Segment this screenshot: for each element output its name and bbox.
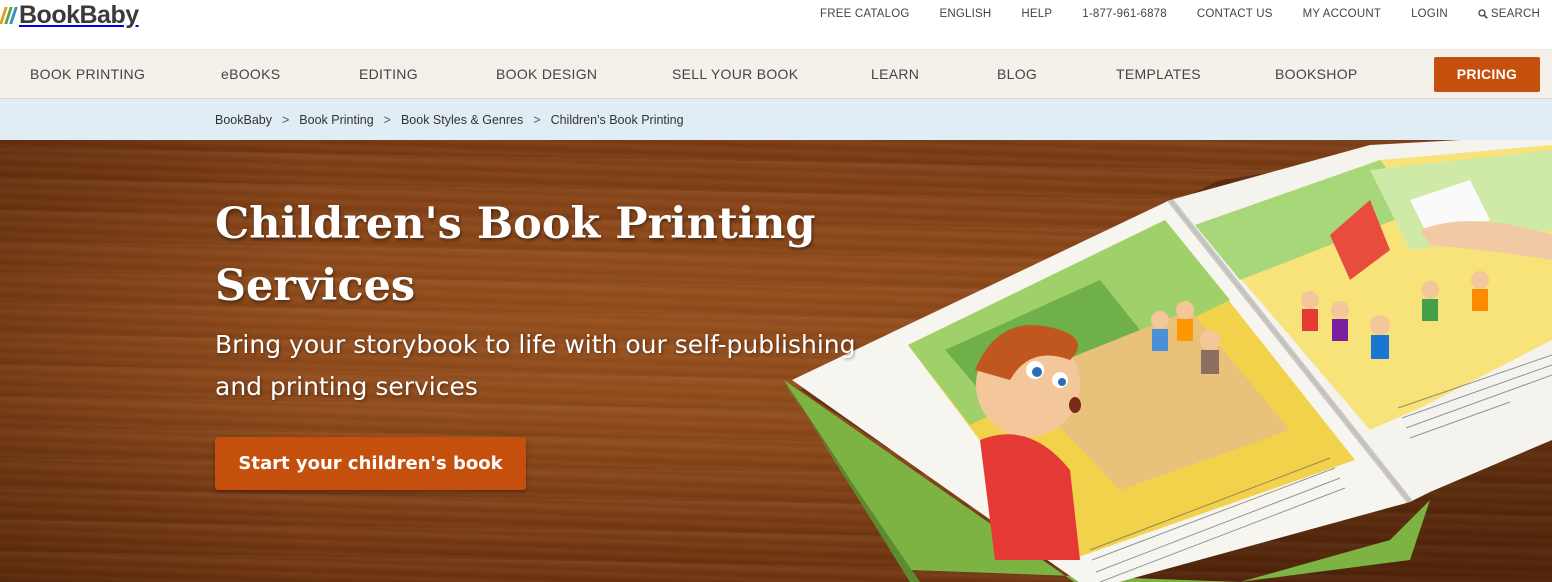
breadcrumb-separator: > [281, 112, 290, 127]
util-link-help[interactable]: HELP [1021, 8, 1052, 20]
nav-item-blog[interactable]: BLOG [997, 50, 1037, 99]
breadcrumb-separator: > [383, 112, 391, 127]
top-utility-bar: BookBaby FREE CATALOG ENGLISH HELP 1-877… [0, 0, 1552, 49]
start-childrens-book-button[interactable]: Start your children's book [215, 437, 526, 490]
util-link-phone[interactable]: 1-877-961-6878 [1082, 8, 1167, 20]
nav-item-learn[interactable]: LEARN [871, 50, 919, 99]
open-childrens-book-image [784, 140, 1552, 582]
logo-text: BookBaby [19, 1, 139, 29]
util-link-free-catalog[interactable]: FREE CATALOG [820, 8, 910, 20]
bookbaby-logo[interactable]: BookBaby [0, 0, 139, 30]
search-button[interactable]: SEARCH [1478, 8, 1540, 20]
hero-title: Children's Book Printing Services [215, 199, 816, 311]
logo-stripes-icon [0, 6, 18, 24]
breadcrumb: BookBaby > Book Printing > Book Styles &… [215, 99, 684, 140]
breadcrumb-link-book-printing[interactable]: Book Printing [299, 113, 373, 127]
nav-item-editing[interactable]: EDITING [359, 50, 418, 99]
pricing-button[interactable]: PRICING [1434, 57, 1540, 92]
nav-item-bookshop[interactable]: BOOKSHOP [1275, 50, 1358, 99]
nav-item-templates[interactable]: TEMPLATES [1116, 50, 1201, 99]
breadcrumb-separator: > [533, 112, 541, 127]
nav-item-sell-your-book[interactable]: SELL YOUR BOOK [672, 50, 798, 99]
hero-banner: Children's Book Printing Services Bring … [0, 140, 1552, 582]
util-link-language[interactable]: ENGLISH [940, 8, 992, 20]
nav-item-ebooks[interactable]: eBOOKS [221, 50, 280, 99]
utility-nav: FREE CATALOG ENGLISH HELP 1-877-961-6878… [790, 0, 1540, 27]
nav-item-book-design[interactable]: BOOK DESIGN [496, 50, 597, 99]
util-link-contact-us[interactable]: CONTACT US [1197, 8, 1273, 20]
search-icon [1478, 8, 1488, 19]
breadcrumb-bar: BookBaby > Book Printing > Book Styles &… [0, 99, 1552, 140]
search-label: SEARCH [1490, 7, 1540, 20]
breadcrumb-link-styles-genres[interactable]: Book Styles & Genres [401, 113, 523, 127]
breadcrumb-link-home[interactable]: BookBaby [215, 113, 272, 127]
nav-item-book-printing[interactable]: BOOK PRINTING [30, 50, 145, 99]
util-link-login[interactable]: LOGIN [1411, 8, 1448, 20]
main-nav: BOOK PRINTING eBOOKS EDITING BOOK DESIGN… [0, 49, 1552, 99]
hero-subtitle: Bring your storybook to life with our se… [215, 330, 856, 401]
util-link-my-account[interactable]: MY ACCOUNT [1303, 8, 1381, 20]
breadcrumb-current: Children's Book Printing [550, 112, 684, 127]
